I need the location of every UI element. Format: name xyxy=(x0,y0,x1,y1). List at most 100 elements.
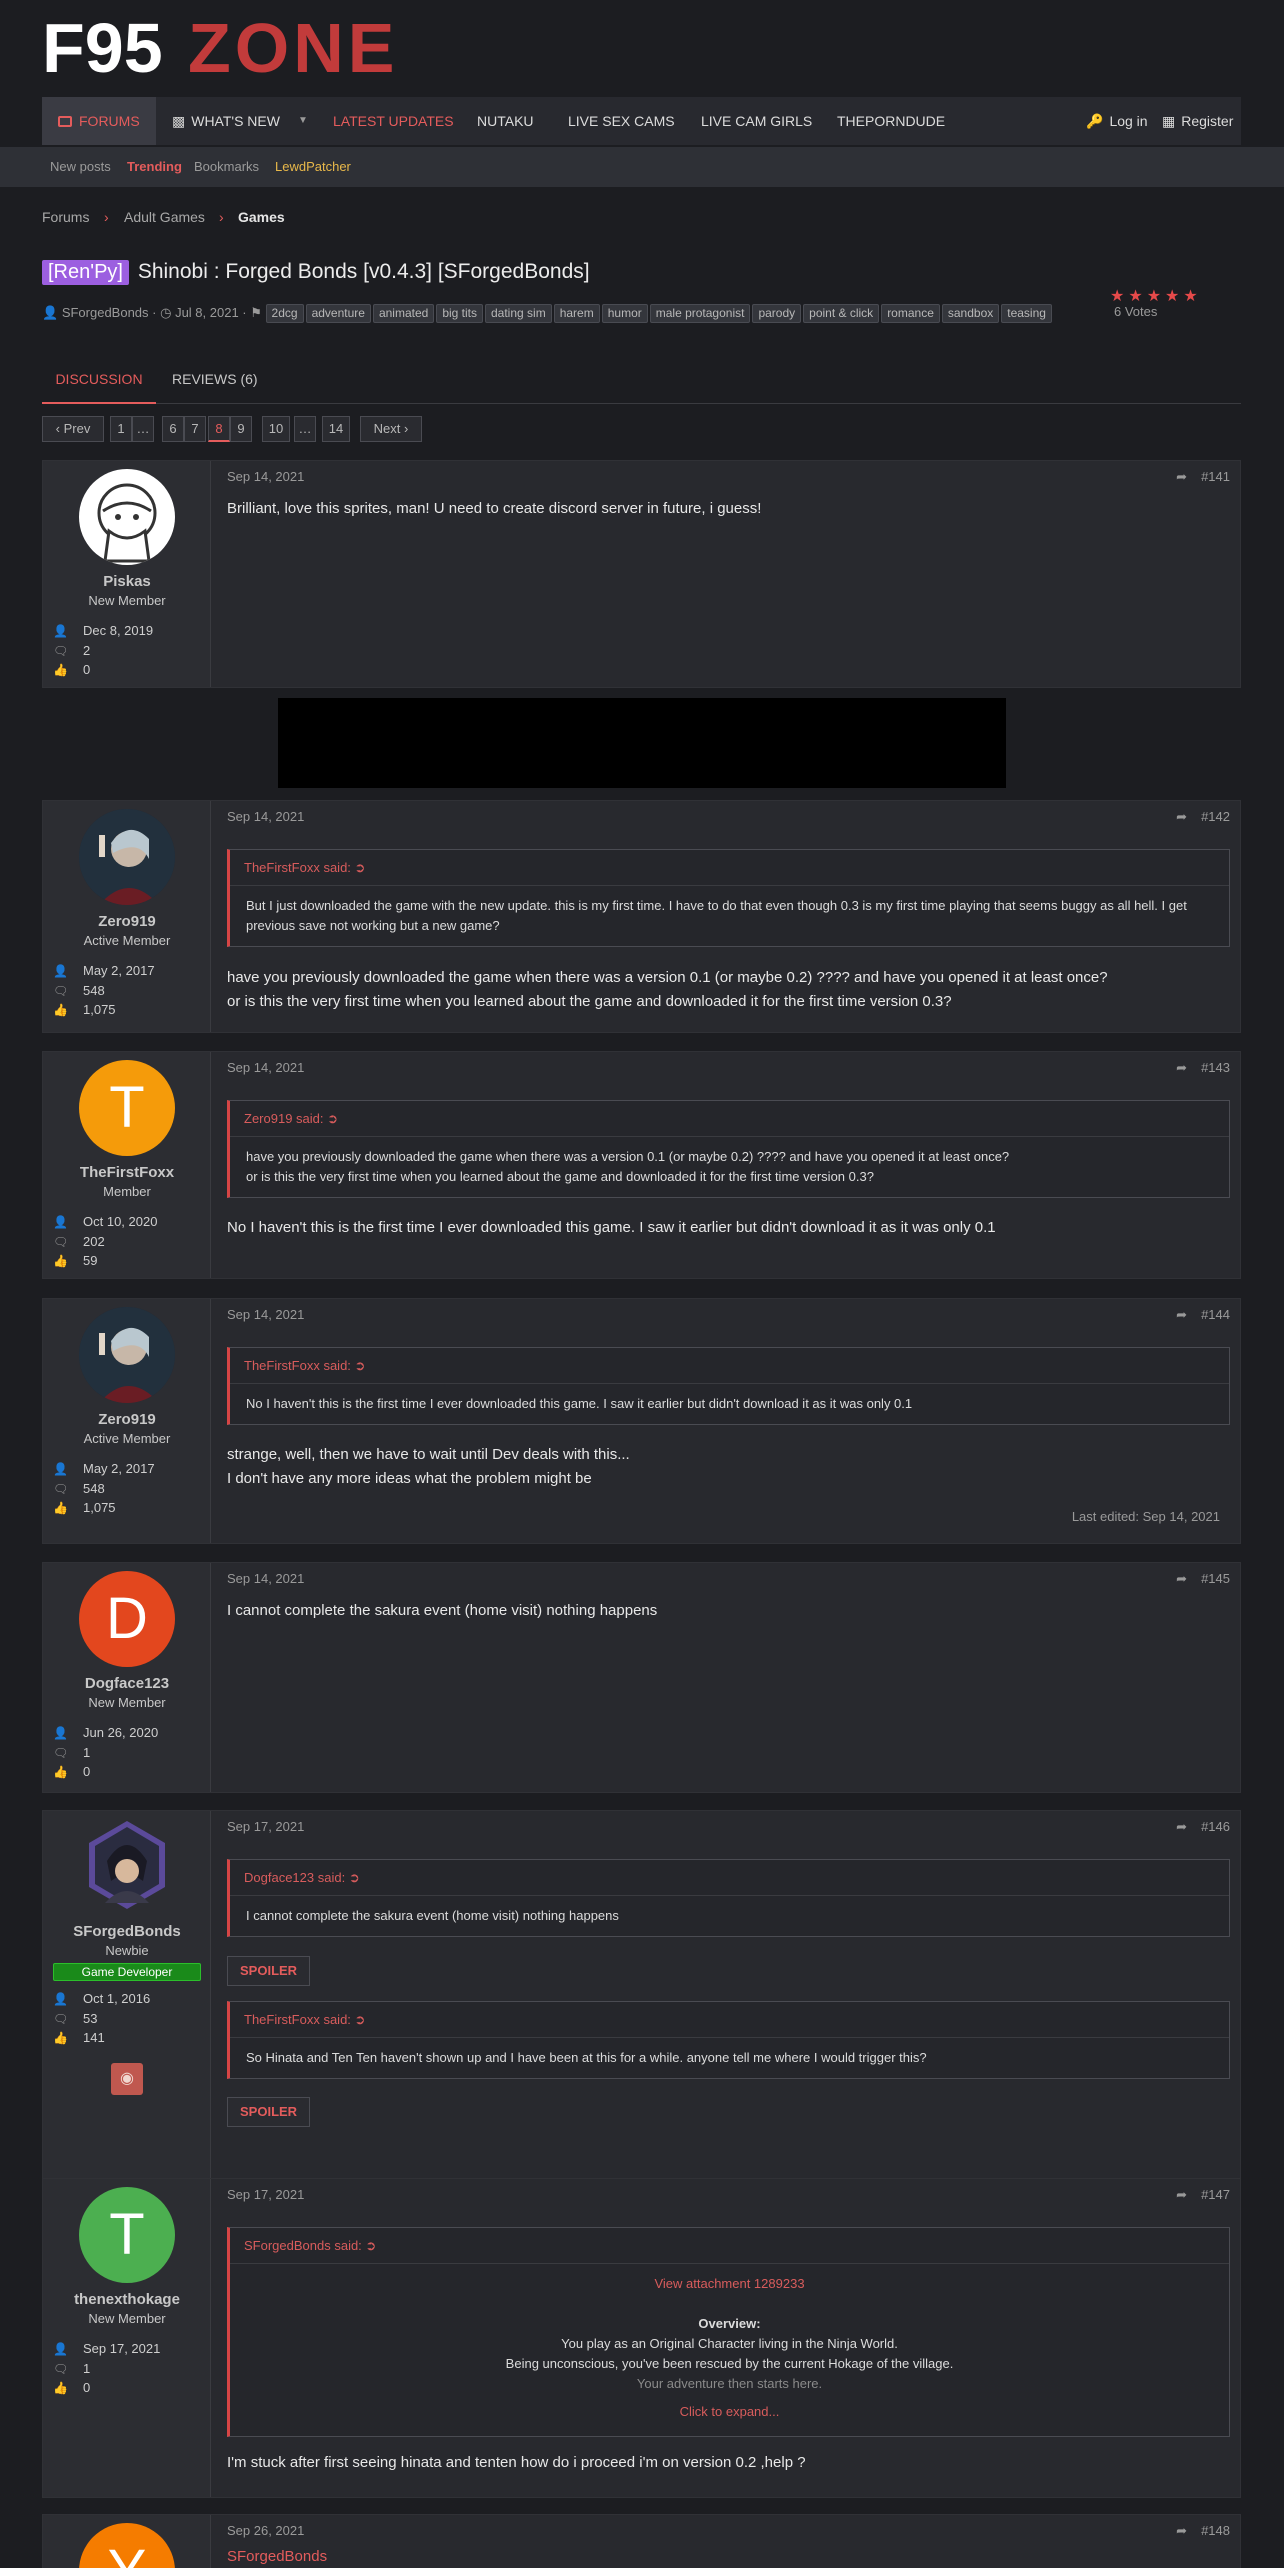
tag-chip[interactable]: point & click xyxy=(803,304,880,323)
tag-chip[interactable]: dating sim xyxy=(485,304,552,323)
username[interactable]: TheFirstFoxx xyxy=(43,1164,211,1181)
post-number[interactable]: ➦ #146 xyxy=(1176,1819,1230,1835)
tag-chip[interactable]: animated xyxy=(372,304,435,323)
tag-chip[interactable]: harem xyxy=(553,304,600,323)
subnav-lewdpatcher[interactable]: LewdPatcher xyxy=(275,159,351,174)
thread-author[interactable]: SForgedBonds xyxy=(62,305,149,320)
view-attachment-link[interactable]: View attachment 1289233 xyxy=(246,2274,1213,2294)
post-number[interactable]: ➦ #141 xyxy=(1176,469,1230,485)
avatar[interactable]: T xyxy=(79,2187,175,2283)
quote-header[interactable]: Dogface123 said: ➲ xyxy=(230,1860,1229,1896)
avatar[interactable]: Y xyxy=(79,2523,175,2568)
avatar[interactable]: T xyxy=(79,1060,175,1156)
next-page-button[interactable]: Next › xyxy=(360,416,422,442)
spoiler-button[interactable]: SPOILER xyxy=(227,2097,311,2127)
username[interactable]: Dogface123 xyxy=(43,1675,211,1692)
tab-discussion[interactable]: DISCUSSION xyxy=(42,360,156,404)
username[interactable]: Zero919 xyxy=(43,1411,211,1428)
site-logo[interactable]: F95 ZONE xyxy=(42,16,398,78)
post-date[interactable]: Sep 14, 2021 xyxy=(227,1307,304,1322)
nav-whats-new[interactable]: ▩ WHAT'S NEW xyxy=(172,97,280,145)
post-number[interactable]: ➦ #147 xyxy=(1176,2187,1230,2203)
post-author-link[interactable]: SForgedBonds xyxy=(227,2545,1230,2568)
nav-forums[interactable]: FORUMS xyxy=(42,97,156,145)
nav-theporndude[interactable]: THEPORNDUDE xyxy=(837,97,945,145)
quote-header[interactable]: TheFirstFoxx said: ➲ xyxy=(230,850,1229,886)
nav-live-cam-girls[interactable]: LIVE CAM GIRLS xyxy=(701,97,812,145)
whats-new-dropdown-icon[interactable]: ▼ xyxy=(298,97,308,145)
tag-chip[interactable]: romance xyxy=(881,304,940,323)
advertisement-banner[interactable] xyxy=(278,698,1006,788)
page-ellipsis[interactable]: … xyxy=(294,416,316,442)
post-date[interactable]: Sep 17, 2021 xyxy=(227,1819,304,1834)
messages-icon: 🗨 xyxy=(53,2362,69,2376)
post-date[interactable]: Sep 14, 2021 xyxy=(227,1060,304,1075)
post-date[interactable]: Sep 14, 2021 xyxy=(227,809,304,824)
page-link[interactable]: 6 xyxy=(162,416,184,442)
breadcrumb-games[interactable]: Games xyxy=(238,209,285,225)
page-link[interactable]: 1 xyxy=(110,416,132,442)
register-label: Register xyxy=(1181,113,1234,129)
username[interactable]: Zero919 xyxy=(43,913,211,930)
tag-chip[interactable]: male protagonist xyxy=(649,304,751,323)
quote-header[interactable]: Zero919 said: ➲ xyxy=(230,1101,1229,1137)
tab-reviews[interactable]: REVIEWS (6) xyxy=(172,360,258,404)
messages-icon: 🗨 xyxy=(53,984,69,998)
page-link[interactable]: 9 xyxy=(230,416,252,442)
username[interactable]: Piskas xyxy=(43,573,211,590)
username[interactable]: SForgedBonds xyxy=(43,1923,211,1940)
post-number-label: #143 xyxy=(1201,1060,1230,1075)
post-number[interactable]: ➦ #142 xyxy=(1176,809,1230,825)
page-link[interactable]: 14 xyxy=(322,416,350,442)
tag-chip[interactable]: humor xyxy=(601,304,648,323)
register-link[interactable]: ▦ Register xyxy=(1162,97,1233,145)
joined-value: Sep 17, 2021 xyxy=(83,2341,161,2356)
login-link[interactable]: 🔑 Log in xyxy=(1086,97,1148,145)
user-icon: 👤 xyxy=(53,1726,68,1740)
tags-icon: ⚑ xyxy=(250,305,262,320)
subnav-bookmarks[interactable]: Bookmarks xyxy=(194,159,259,174)
quote-header[interactable]: TheFirstFoxx said: ➲ xyxy=(230,1348,1229,1384)
username[interactable]: thenexthokage xyxy=(43,2291,211,2308)
click-to-expand-link[interactable]: Click to expand... xyxy=(246,2402,1213,2422)
quote-header[interactable]: SForgedBonds said: ➲ xyxy=(230,2228,1229,2264)
tag-chip[interactable]: adventure xyxy=(305,304,371,323)
subnav-trending[interactable]: Trending xyxy=(127,159,182,174)
page-link-current[interactable]: 8 xyxy=(208,416,230,442)
prev-page-button[interactable]: ‹ Prev xyxy=(42,416,104,442)
tag-chip[interactable]: parody xyxy=(752,304,802,323)
user-reactions: 👍 0 xyxy=(53,1764,90,1779)
nav-latest-updates[interactable]: LATEST UPDATES xyxy=(333,97,454,145)
post-number[interactable]: ➦ #143 xyxy=(1176,1060,1230,1076)
post-number[interactable]: ➦ #145 xyxy=(1176,1571,1230,1587)
post-date[interactable]: Sep 14, 2021 xyxy=(227,469,304,484)
post-number[interactable]: ➦ #144 xyxy=(1176,1307,1230,1323)
nav-live-sex-cams[interactable]: LIVE SEX CAMS xyxy=(568,97,675,145)
avatar[interactable] xyxy=(79,1307,175,1403)
tag-chip[interactable]: sandbox xyxy=(941,304,1000,323)
quote-header[interactable]: TheFirstFoxx said: ➲ xyxy=(230,2002,1229,2038)
page-link[interactable]: 10 xyxy=(262,416,290,442)
post-number[interactable]: ➦ #148 xyxy=(1176,2523,1230,2539)
user-reactions: 👍 59 xyxy=(53,1253,97,1268)
tag-chip[interactable]: 2dcg xyxy=(265,304,304,323)
tag-chip[interactable]: teasing xyxy=(1001,304,1052,323)
rating-stars[interactable]: ★★★★★ xyxy=(1110,286,1202,306)
post-date[interactable]: Sep 14, 2021 xyxy=(227,1571,304,1586)
subnav-new-posts[interactable]: New posts xyxy=(50,159,111,174)
nav-nutaku[interactable]: NUTAKU xyxy=(477,97,534,145)
thread-prefix[interactable]: [Ren'Py] xyxy=(42,260,129,285)
avatar[interactable] xyxy=(89,1821,165,1909)
patreon-icon[interactable]: ◉ xyxy=(111,2063,143,2095)
page-link[interactable]: 7 xyxy=(184,416,206,442)
spoiler-button[interactable]: SPOILER xyxy=(227,1956,311,1986)
avatar[interactable]: D xyxy=(79,1571,175,1667)
page-ellipsis[interactable]: … xyxy=(132,416,154,442)
breadcrumb-adult-games[interactable]: Adult Games xyxy=(124,209,205,225)
avatar[interactable] xyxy=(79,469,175,565)
post-date[interactable]: Sep 17, 2021 xyxy=(227,2187,304,2202)
post-date[interactable]: Sep 26, 2021 xyxy=(227,2523,304,2538)
breadcrumb-forums[interactable]: Forums xyxy=(42,209,89,225)
avatar[interactable] xyxy=(79,809,175,905)
tag-chip[interactable]: big tits xyxy=(436,304,483,323)
